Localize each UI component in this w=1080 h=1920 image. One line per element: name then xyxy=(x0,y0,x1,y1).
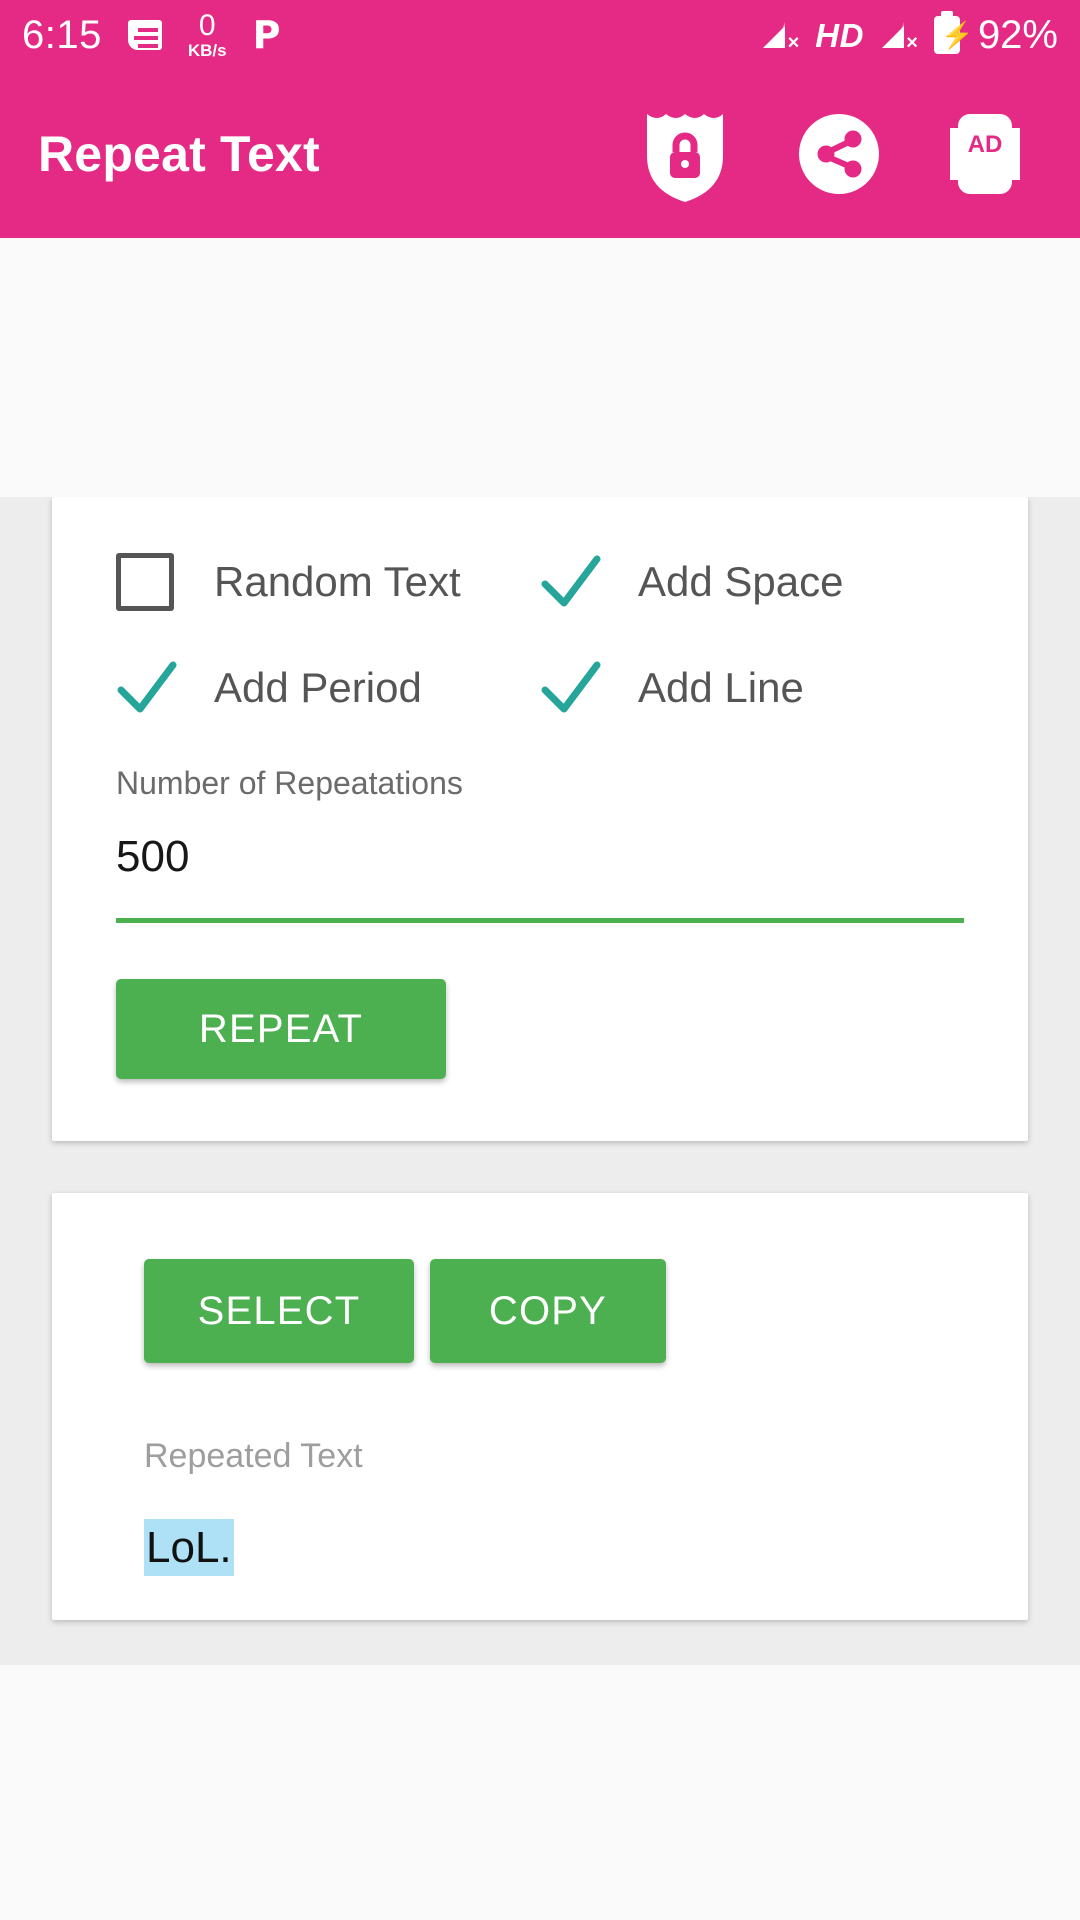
select-button[interactable]: SELECT xyxy=(144,1259,414,1363)
output-action-buttons: SELECT COPY xyxy=(52,1259,1028,1363)
checkbox-row-1: Random Text Add Space xyxy=(52,553,1028,611)
checkbox-add-line[interactable]: Add Line xyxy=(540,659,964,717)
repetitions-input[interactable]: 500 xyxy=(116,832,964,918)
network-speed-value: 0 xyxy=(198,9,216,42)
share-icon[interactable] xyxy=(796,111,882,197)
status-clock: 6:15 xyxy=(22,13,102,57)
checkmark-icon-3[interactable] xyxy=(540,659,616,717)
svg-text:AD: AD xyxy=(968,131,1003,158)
checkbox-label-add-period: Add Period xyxy=(214,664,422,711)
app-bar: Repeat Text AD xyxy=(0,70,1080,238)
options-card: Random Text Add Space Add Period Add Lin… xyxy=(52,497,1028,1141)
checkmark-icon[interactable] xyxy=(540,553,616,611)
output-text[interactable]: LoL. xyxy=(144,1519,234,1576)
output-field-label: Repeated Text xyxy=(144,1437,363,1475)
checkbox-label-add-line: Add Line xyxy=(638,664,804,711)
message-icon xyxy=(127,20,162,50)
copy-button[interactable]: COPY xyxy=(430,1259,666,1363)
checkbox-row-2: Add Period Add Line xyxy=(52,659,1028,717)
status-bar-right: × HD × ⚡ 92% xyxy=(763,11,1058,57)
checkbox-label-random-text: Random Text xyxy=(214,558,461,605)
network-type-label: HD xyxy=(815,16,864,54)
checkbox-add-period[interactable]: Add Period xyxy=(116,659,540,717)
checkbox-label-add-space: Add Space xyxy=(638,558,844,605)
checkmark-icon-2[interactable] xyxy=(116,659,192,717)
bottom-ad-placeholder xyxy=(0,1665,1080,1920)
repetitions-input-wrapper[interactable]: 500 xyxy=(52,832,1028,923)
repeat-button[interactable]: REPEAT xyxy=(116,979,446,1079)
output-card: SELECT COPY Repeated Text LoL. xyxy=(52,1193,1028,1620)
checkbox-add-space[interactable]: Add Space xyxy=(540,553,964,611)
page-title: Repeat Text xyxy=(38,126,320,182)
repetitions-input-underline xyxy=(116,918,964,923)
shield-lock-icon[interactable] xyxy=(642,104,728,204)
app-bar-actions: AD xyxy=(642,104,1020,204)
battery-percent-label: 92% xyxy=(977,13,1058,57)
app-screen: 6:15 0 KB/s P × HD × ⚡ 92% Repeat Text A… xyxy=(0,0,1080,1920)
output-text-wrapper[interactable]: LoL. xyxy=(52,1516,1028,1580)
signal-no-service-icon-2: × xyxy=(881,20,918,53)
battery-charging-icon: ⚡ xyxy=(933,11,973,54)
checkbox-random-text[interactable]: Random Text xyxy=(116,553,540,611)
network-speed-unit: KB/s xyxy=(187,41,227,60)
signal-no-service-icon: × xyxy=(763,20,799,53)
main-content[interactable]: Random Text Add Space Add Period Add Lin… xyxy=(0,497,1080,1665)
p-icon: P xyxy=(252,13,281,57)
top-ad-placeholder xyxy=(0,238,1080,497)
ad-icon[interactable]: AD xyxy=(950,110,1020,198)
checkbox-unchecked-icon[interactable] xyxy=(116,553,192,611)
status-bar: 6:15 0 KB/s P × HD × ⚡ 92% xyxy=(0,0,1080,70)
network-speed-indicator: 0 KB/s xyxy=(187,9,227,60)
repetitions-field-label: Number of Repeatations xyxy=(116,765,463,801)
status-bar-left: 6:15 0 KB/s P xyxy=(22,9,281,60)
